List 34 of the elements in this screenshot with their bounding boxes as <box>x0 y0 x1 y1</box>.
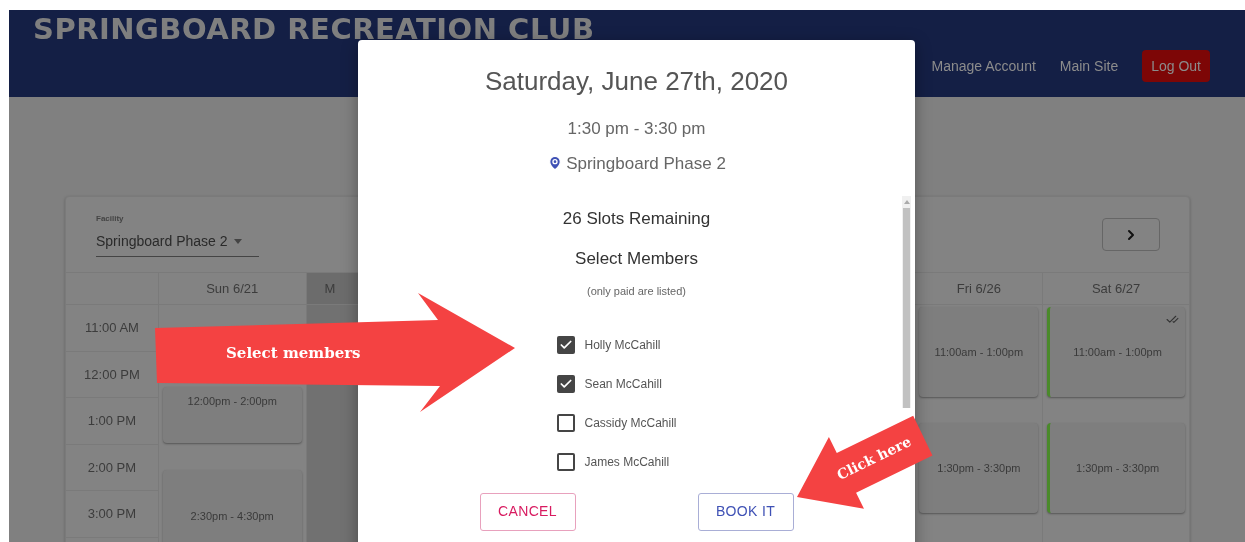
member-checkbox[interactable] <box>556 413 575 432</box>
dialog-title: Saturday, June 27th, 2020 <box>484 65 789 98</box>
time-label: 3:00 PM <box>66 491 158 538</box>
member-checkbox[interactable] <box>556 335 575 354</box>
section-heading: Select Members <box>575 247 698 270</box>
time-range: 1:30 pm - 3:30 pm <box>567 118 706 140</box>
time-label: 2:00 PM <box>66 444 158 491</box>
day-header: Sun 6/21 <box>158 273 306 305</box>
facility-select[interactable]: Facility Springboard Phase 2 <box>96 213 259 257</box>
logout-button[interactable]: Log Out <box>1142 50 1210 82</box>
member-name: Cassidy McCahill <box>584 414 677 432</box>
member-name: Sean McCahill <box>584 375 662 393</box>
event-slot[interactable]: 1:30pm - 3:30pm <box>1047 423 1185 513</box>
callout-text: Select members <box>226 343 361 364</box>
time-label: 1:00 PM <box>66 398 158 445</box>
event-slot[interactable]: 12:00pm - 2:00pm <box>162 387 302 443</box>
nav-link[interactable]: Manage Account <box>931 55 1036 77</box>
hint-text: (only paid are listed) <box>586 284 687 299</box>
member-name: James McCahill <box>584 453 670 471</box>
event-slot[interactable]: 2:30pm - 4:30pm <box>162 470 302 542</box>
slots-remaining: 26 Slots Remaining <box>562 208 711 230</box>
event-slot[interactable]: 11:00am - 1:00pm <box>919 307 1039 397</box>
day-header: Sat 6/27 <box>1043 273 1189 305</box>
scrollbar[interactable] <box>902 196 911 408</box>
site-title: SPRINGBOARD RECREATION CLUB <box>32 11 595 44</box>
member-checkbox[interactable] <box>556 374 575 393</box>
location-name: Springboard Phase 2 <box>566 152 726 175</box>
event-slot[interactable]: 1:30pm - 3:30pm <box>919 423 1039 513</box>
event-slot[interactable]: 11:00am - 1:00pm <box>1047 307 1185 397</box>
nav-link[interactable]: Main Site <box>1059 55 1119 77</box>
book-button[interactable]: BOOK IT <box>697 492 794 531</box>
member-name: Holly McCahill <box>584 336 661 354</box>
member-checkbox[interactable] <box>556 452 575 471</box>
cancel-button[interactable]: CANCEL <box>479 492 576 531</box>
